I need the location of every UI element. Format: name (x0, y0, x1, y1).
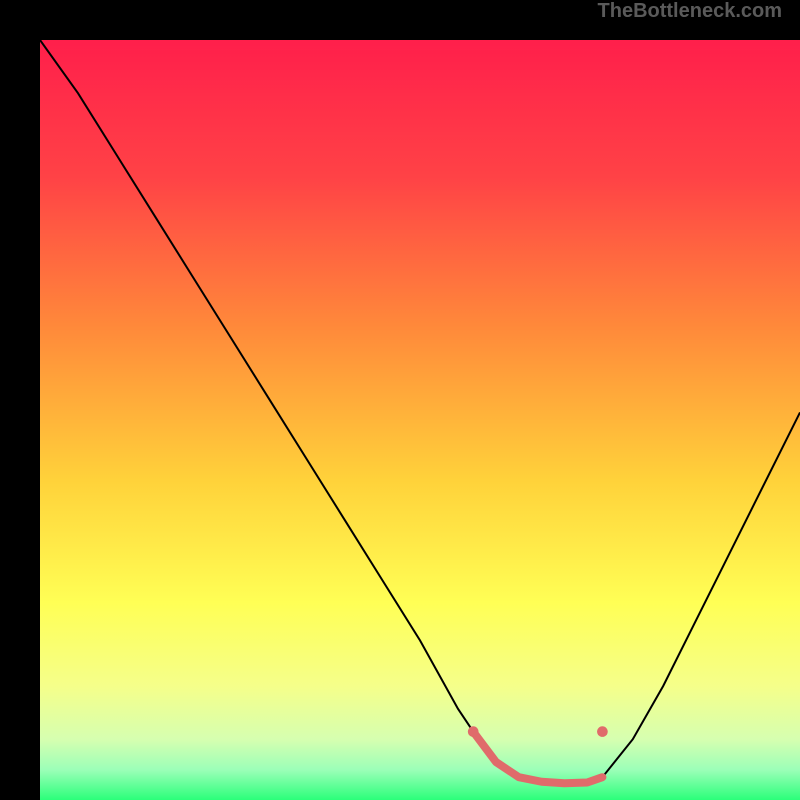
optimal-start (468, 726, 479, 737)
optimal-band (473, 732, 602, 784)
plot-area (40, 40, 800, 800)
watermark: TheBottleneck.com (598, 0, 782, 23)
bottleneck-curve (40, 40, 800, 783)
markers (468, 726, 608, 737)
curve-layer (40, 40, 800, 800)
chart-frame (20, 20, 780, 780)
optimal-end (597, 726, 608, 737)
